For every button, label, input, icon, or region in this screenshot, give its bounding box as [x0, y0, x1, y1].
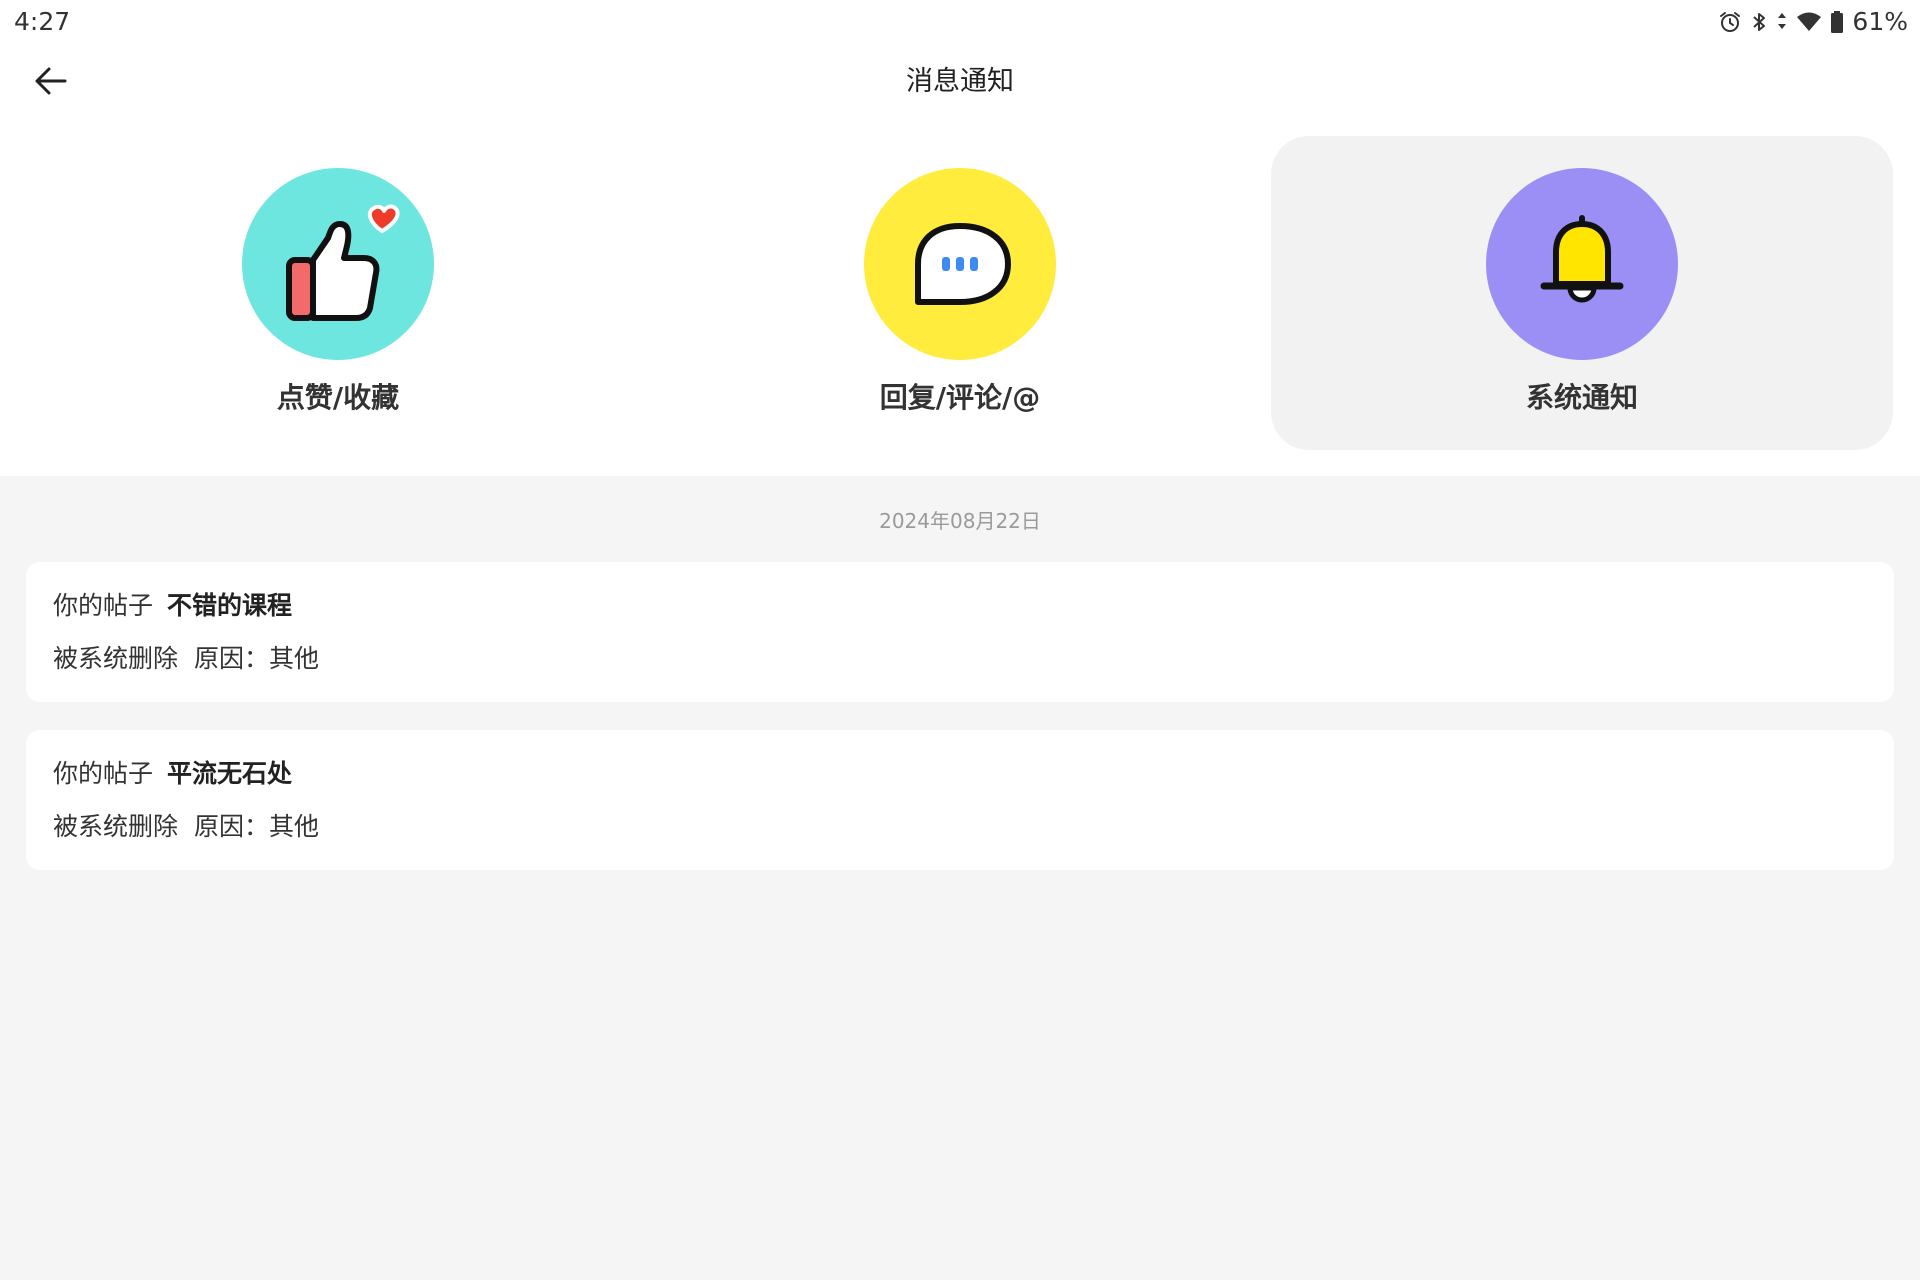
tab-likes-label: 点赞/收藏	[276, 381, 400, 414]
chat-bubble-icon	[915, 223, 1011, 305]
system-icon-circle	[1486, 168, 1678, 360]
date-separator: 2024年08月22日	[879, 509, 1041, 533]
notice-detail-line: 被系统删除 原因：其他	[53, 641, 319, 677]
notice-card[interactable]: 你的帖子 不错的课程 被系统删除 原因：其他	[26, 562, 1894, 702]
header-area: 4:27 61% 消息通知 点赞/收藏 回复/评论/@ 系统通知	[0, 0, 1920, 476]
bell-icon	[1540, 215, 1624, 303]
bluetooth-icon	[1753, 13, 1766, 31]
tab-replies-comments[interactable]: 回复/评论/@	[649, 136, 1271, 450]
data-arrows-icon	[1778, 13, 1787, 29]
battery-icon	[1831, 11, 1844, 33]
likes-icon-circle	[242, 168, 434, 360]
status-time: 4:27	[14, 7, 71, 36]
replies-icon-circle	[864, 168, 1056, 360]
notice-prefix: 你的帖子	[53, 591, 154, 620]
tab-system-notices[interactable]: 系统通知	[1271, 136, 1893, 450]
notice-post-line: 你的帖子 平流无石处	[53, 756, 292, 792]
notice-card[interactable]: 你的帖子 平流无石处 被系统删除 原因：其他	[26, 730, 1894, 870]
alarm-icon	[1720, 12, 1741, 32]
battery-level: 61%	[1852, 7, 1908, 36]
notice-post-title: 不错的课程	[167, 591, 293, 620]
category-tabs: 点赞/收藏 回复/评论/@ 系统通知	[0, 136, 1920, 450]
notice-post-title: 平流无石处	[167, 759, 293, 788]
notice-detail-line: 被系统删除 原因：其他	[53, 809, 319, 845]
notice-reason: 原因：其他	[194, 812, 320, 841]
page-title: 消息通知	[906, 66, 1014, 97]
tab-likes-favorites[interactable]: 点赞/收藏	[27, 136, 649, 450]
notice-reason: 原因：其他	[194, 644, 320, 673]
tab-replies-label: 回复/评论/@	[879, 381, 1041, 414]
thumbs-up-heart-icon	[286, 204, 400, 321]
wifi-icon	[1797, 12, 1822, 31]
status-bar: 4:27 61%	[0, 0, 1920, 44]
notice-action: 被系统删除	[53, 812, 179, 841]
status-icons: 61%	[1718, 6, 1908, 38]
tab-system-label: 系统通知	[1525, 381, 1638, 414]
notice-action: 被系统删除	[53, 644, 179, 673]
notice-prefix: 你的帖子	[53, 759, 154, 788]
notice-post-line: 你的帖子 不错的课程	[53, 588, 292, 624]
